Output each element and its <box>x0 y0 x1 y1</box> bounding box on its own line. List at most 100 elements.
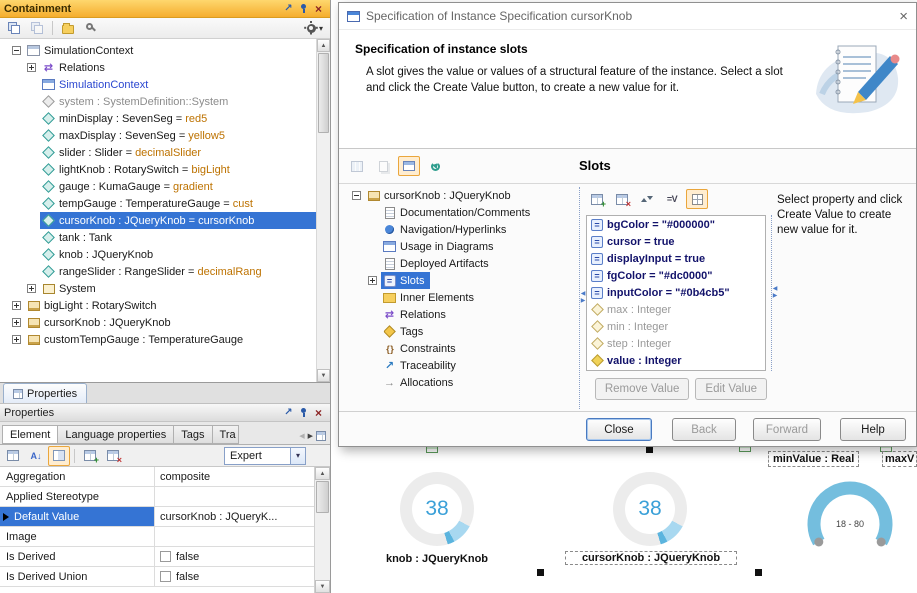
sort-button[interactable]: A↓ <box>25 446 47 466</box>
tabs-scroll-left-button[interactable]: ◀ <box>299 432 304 440</box>
property-value-cell[interactable]: cursorKnob : JQueryK... <box>155 507 314 526</box>
dialog-tree-item[interactable]: cursorKnob : JQueryKnob <box>346 187 577 204</box>
property-row[interactable]: Default ValuecursorKnob : JQueryK... <box>0 507 314 527</box>
edit-value-button[interactable]: Edit Value <box>695 378 767 400</box>
property-name-cell[interactable]: Aggregation <box>0 467 155 486</box>
plus-expander-icon[interactable] <box>12 335 21 344</box>
scroll-up-button[interactable]: ▲ <box>317 39 330 52</box>
containment-tree-item[interactable]: cursorKnob : JQueryKnob = cursorKnob <box>0 212 316 229</box>
tab-tags[interactable]: Tags <box>174 425 212 444</box>
categorized-view-button[interactable] <box>48 446 70 466</box>
tabs-menu-button[interactable] <box>316 431 326 441</box>
property-value-cell[interactable]: false <box>155 567 314 586</box>
tab-language-properties[interactable]: Language properties <box>58 425 174 444</box>
min-value-label[interactable]: minValue : Real <box>768 451 859 467</box>
dialog-tree-item[interactable]: Relations <box>346 306 577 323</box>
containment-tree-item[interactable]: Relations <box>0 59 316 76</box>
cursor-knob-widget[interactable]: 38 <box>613 472 687 546</box>
slot-item[interactable]: fgColor = "#dc0000" <box>587 267 765 284</box>
containment-tree-item[interactable]: customTempGauge : TemperatureGauge <box>0 331 316 348</box>
search-button[interactable] <box>80 18 102 38</box>
open-in-new-tab-button[interactable] <box>57 18 79 38</box>
scroll-down-button[interactable]: ▼ <box>317 369 330 382</box>
property-value-cell[interactable]: composite <box>155 467 314 486</box>
property-name-cell[interactable]: Is Derived Union <box>0 567 155 586</box>
tab-element[interactable]: Element <box>2 425 58 444</box>
containment-tree-item[interactable]: system : SystemDefinition::System <box>0 93 316 110</box>
dialog-tree-item[interactable]: Deployed Artifacts <box>346 255 577 272</box>
plus-expander-icon[interactable] <box>12 301 21 310</box>
scroll-up-button[interactable]: ▲ <box>315 467 330 480</box>
properties-dock-tab[interactable]: Properties <box>3 383 87 403</box>
dialog-tree-item[interactable]: Constraints <box>346 340 577 357</box>
create-value-button[interactable] <box>586 189 608 209</box>
mode-select[interactable]: Expert ▾ <box>224 447 306 465</box>
splitter[interactable]: ◀▶ <box>579 187 586 409</box>
checkbox[interactable] <box>160 571 171 582</box>
refresh-button[interactable] <box>424 156 446 176</box>
dialog-tree-item[interactable]: Navigation/Hyperlinks <box>346 221 577 238</box>
dialog-tree-item[interactable]: Traceability <box>346 357 577 374</box>
slot-item[interactable]: displayInput = true <box>587 250 765 267</box>
slot-item[interactable]: bgColor = "#000000" <box>587 216 765 233</box>
containment-tree-item[interactable]: cursorKnob : JQueryKnob <box>0 314 316 331</box>
dialog-tree-item[interactable]: Usage in Diagrams <box>346 238 577 255</box>
plus-expander-icon[interactable] <box>12 318 21 327</box>
show-default-values-button[interactable]: =V <box>661 189 683 209</box>
property-row[interactable]: Is Derived Unionfalse <box>0 567 314 587</box>
containment-tree-item[interactable]: rangeSlider : RangeSlider = decimalRang <box>0 263 316 280</box>
back-button[interactable]: Back <box>672 418 736 441</box>
selection-handle[interactable] <box>755 569 762 576</box>
slot-item[interactable]: step : Integer <box>587 335 765 352</box>
containment-tree-item[interactable]: knob : JQueryKnob <box>0 246 316 263</box>
group-by-button[interactable] <box>2 446 24 466</box>
slot-item[interactable]: inputColor = "#0b4cb5" <box>587 284 765 301</box>
show-inherited-button[interactable] <box>26 18 48 38</box>
property-name-cell[interactable]: Image <box>0 527 155 546</box>
splitter[interactable]: ◀▶ <box>771 215 778 371</box>
close-panel-icon[interactable]: × <box>311 406 326 420</box>
checkbox[interactable] <box>160 551 171 562</box>
knob-label[interactable]: knob : JQueryKnob <box>367 553 507 565</box>
delete-value-button[interactable] <box>611 189 633 209</box>
float-window-icon[interactable]: ↗ <box>281 406 296 420</box>
property-value-cell[interactable]: false <box>155 547 314 566</box>
containment-tree-item[interactable]: minDisplay : SevenSeg = red5 <box>0 110 316 127</box>
property-name-cell[interactable]: Is Derived <box>0 547 155 566</box>
containment-tree-item[interactable]: lightKnob : RotarySwitch = bigLight <box>0 161 316 178</box>
dialog-close-icon[interactable]: × <box>899 9 908 24</box>
containment-tree-item[interactable]: SimulationContext <box>0 76 316 93</box>
property-value-cell[interactable] <box>155 487 314 506</box>
forward-button[interactable]: Forward <box>753 418 821 441</box>
containment-tree-item[interactable]: gauge : KumaGauge = gradient <box>0 178 316 195</box>
property-row[interactable]: Is Derivedfalse <box>0 547 314 567</box>
containment-tree-item[interactable]: System <box>0 280 316 297</box>
containment-tree-item[interactable]: tempGauge : TemperatureGauge = cust <box>0 195 316 212</box>
dialog-tree-item[interactable]: Documentation/Comments <box>346 204 577 221</box>
containment-tree-item[interactable]: slider : Slider = decimalSlider <box>0 144 316 161</box>
reorder-button[interactable] <box>636 189 658 209</box>
property-value-cell[interactable] <box>155 527 314 546</box>
slot-item[interactable]: min : Integer <box>587 318 765 335</box>
property-name-cell[interactable]: Default Value <box>0 507 155 526</box>
scroll-down-button[interactable]: ▼ <box>315 580 330 593</box>
pin-icon[interactable] <box>296 406 311 420</box>
close-panel-icon[interactable]: × <box>311 2 326 16</box>
grid-view-button[interactable] <box>686 189 708 209</box>
properties-scrollbar[interactable]: ▲ ▼ <box>314 467 330 593</box>
help-button[interactable]: Help <box>840 418 906 441</box>
dialog-tree-item[interactable]: Allocations <box>346 374 577 391</box>
dialog-tree-item[interactable]: Tags <box>346 323 577 340</box>
slot-item[interactable]: cursor = true <box>587 233 765 250</box>
selection-handle[interactable] <box>646 446 653 453</box>
plus-expander-icon[interactable] <box>27 284 36 293</box>
scroll-thumb[interactable] <box>318 53 329 133</box>
export-button[interactable] <box>372 156 394 176</box>
containment-tree-item[interactable]: maxDisplay : SevenSeg = yellow5 <box>0 127 316 144</box>
containment-tree-item[interactable]: tank : Tank <box>0 229 316 246</box>
dialog-tree-item[interactable]: Slots <box>346 272 577 289</box>
minus-expander-icon[interactable] <box>12 46 21 55</box>
plus-expander-icon[interactable] <box>368 276 377 285</box>
scroll-thumb[interactable] <box>316 481 329 513</box>
collapse-all-button[interactable] <box>102 446 124 466</box>
